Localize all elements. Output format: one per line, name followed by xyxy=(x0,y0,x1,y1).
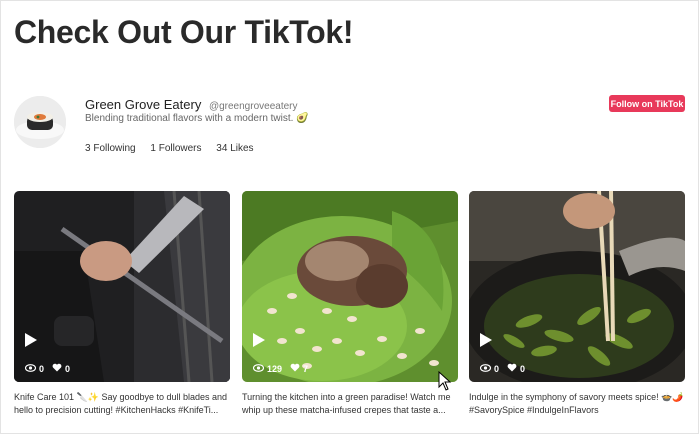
eye-icon xyxy=(252,363,265,374)
video-caption: Indulge in the symphony of savory meets … xyxy=(469,392,684,415)
eye-icon xyxy=(479,363,492,374)
video-card[interactable]: 0 0 Indulge in the symphony of savory me… xyxy=(469,191,685,417)
video-stats: 129 7 xyxy=(252,363,316,374)
page-title: Check Out Our TikTok! xyxy=(14,14,354,50)
view-count: 129 xyxy=(267,363,283,374)
avatar[interactable] xyxy=(14,96,66,148)
video-caption: Knife Care 101 🔪✨ Say goodbye to dull bl… xyxy=(14,392,228,415)
heart-icon xyxy=(52,363,62,374)
eye-icon xyxy=(24,363,37,374)
view-count: 0 xyxy=(39,363,45,374)
video-thumbnail[interactable]: 0 0 xyxy=(14,191,230,382)
video-card[interactable]: 129 7 Turning the kitchen into a green p… xyxy=(242,191,458,417)
video-stats: 0 0 xyxy=(479,363,533,374)
video-thumbnail[interactable]: 0 0 xyxy=(469,191,685,382)
profile-handle: @greengroveeatery xyxy=(208,101,298,112)
profile-stats: 3 Following 1 Followers 34 Likes xyxy=(85,143,266,154)
like-count: 0 xyxy=(65,363,71,374)
followers-count: 1 Followers xyxy=(150,143,202,154)
like-count: 7 xyxy=(303,363,309,374)
profile-bio: Blending traditional flavors with a mode… xyxy=(85,113,309,124)
following-count: 3 Following xyxy=(85,143,136,154)
view-count: 0 xyxy=(494,363,500,374)
heart-icon xyxy=(290,363,300,374)
profile-name-row: Green Grove Eatery @greengroveeatery xyxy=(85,97,298,112)
heart-icon xyxy=(507,363,517,374)
follow-button[interactable]: Follow on TikTok xyxy=(609,95,685,112)
likes-count: 34 Likes xyxy=(216,143,254,154)
video-card[interactable]: 0 0 Knife Care 101 🔪✨ Say goodbye to dul… xyxy=(14,191,230,417)
profile-name[interactable]: Green Grove Eatery xyxy=(85,97,201,112)
play-icon[interactable] xyxy=(25,333,37,347)
video-caption: Turning the kitchen into a green paradis… xyxy=(242,392,451,415)
play-icon[interactable] xyxy=(480,333,492,347)
video-stats: 0 0 xyxy=(24,363,78,374)
play-icon[interactable] xyxy=(253,333,265,347)
mouse-pointer-icon xyxy=(438,370,452,396)
like-count: 0 xyxy=(520,363,526,374)
video-thumbnail[interactable]: 129 7 xyxy=(242,191,458,382)
